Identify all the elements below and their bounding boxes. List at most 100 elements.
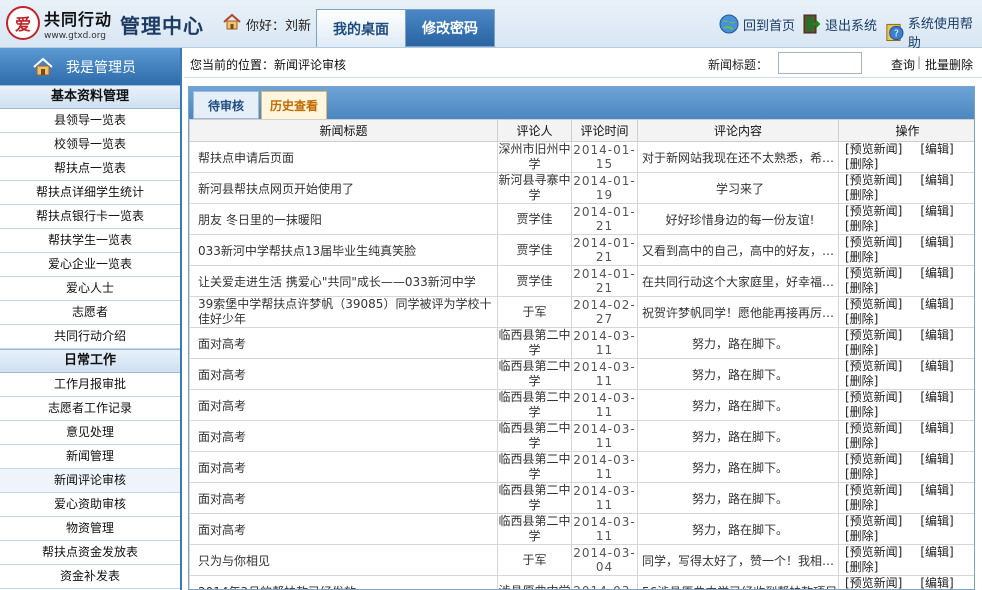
table-row: 39索堡中学帮扶点许梦帆（39085）同学被评为学校十佳好少年 于军 2014-02… xyxy=(189,296,974,328)
edit-link[interactable]: [编辑] xyxy=(920,236,953,250)
news-title-cell[interactable]: 让关爱走进生活 携爱心"共同"成长——033新河中学 xyxy=(189,265,498,297)
delete-link[interactable]: [删除] xyxy=(845,188,878,202)
delete-link[interactable]: [删除] xyxy=(845,405,878,419)
edit-link[interactable]: [编辑] xyxy=(920,484,953,498)
back-home-link[interactable]: 回到首页 xyxy=(718,13,795,35)
sidebar-item-volunteer-log[interactable]: 志愿者工作记录 xyxy=(0,397,180,421)
news-title-cell[interactable]: 面对高考 xyxy=(189,513,498,545)
delete-link[interactable]: [删除] xyxy=(845,219,878,233)
edit-link[interactable]: [编辑] xyxy=(920,391,953,405)
preview-news-link[interactable]: [预览新闻] xyxy=(845,329,902,344)
sidebar-item-news[interactable]: 新闻管理 xyxy=(0,445,180,469)
comment-content-cell: 努力，路在脚下。 xyxy=(637,327,839,359)
query-button[interactable]: 查询 xyxy=(891,56,915,73)
preview-news-link[interactable]: [预览新闻] xyxy=(845,236,902,251)
sidebar-item-charity-companies[interactable]: 爱心企业一览表 xyxy=(0,253,180,277)
delete-link[interactable]: [删除] xyxy=(845,436,878,450)
preview-news-link[interactable]: [预览新闻] xyxy=(845,298,902,313)
sidebar-item-reissue[interactable]: 资金补发表 xyxy=(0,565,180,589)
col-actions: 操作 xyxy=(838,119,974,142)
table-row: 面对高考 临西县第二中学 2014-03-11 努力，路在脚下。 [预览新闻] [编辑][… xyxy=(189,420,974,452)
edit-link[interactable]: [编辑] xyxy=(920,143,953,157)
news-title-cell[interactable]: 面对高考 xyxy=(189,358,498,390)
edit-link[interactable]: [编辑] xyxy=(920,298,953,312)
brand-name: 共同行动 xyxy=(44,10,113,29)
news-title-cell[interactable]: 39索堡中学帮扶点许梦帆（39085）同学被评为学校十佳好少年 xyxy=(189,296,498,328)
help-link[interactable]: ? 系统使用帮助 xyxy=(884,13,982,51)
edit-link[interactable]: [编辑] xyxy=(920,205,953,219)
sidebar-item-volunteers[interactable]: 志愿者 xyxy=(0,301,180,325)
user-greeting: 你好：刘新 xyxy=(246,19,312,34)
news-title-cell[interactable]: 朋友 冬日里的一抹暖阳 xyxy=(189,203,498,235)
delete-link[interactable]: [删除] xyxy=(845,560,878,574)
delete-link[interactable]: [删除] xyxy=(845,343,878,357)
news-title-cell[interactable]: 面对高考 xyxy=(189,482,498,514)
preview-news-link[interactable]: [预览新闻] xyxy=(845,422,902,437)
sidebar-item-supplies[interactable]: 物资管理 xyxy=(0,517,180,541)
delete-link[interactable]: [删除] xyxy=(845,281,878,295)
tab-my-desktop[interactable]: 我的桌面 xyxy=(316,9,406,47)
batch-delete-button[interactable]: 批量删除 xyxy=(925,56,973,73)
logout-link[interactable]: 退出系统 xyxy=(800,13,877,35)
delete-link[interactable]: [删除] xyxy=(845,374,878,388)
delete-link[interactable]: [删除] xyxy=(845,467,878,481)
edit-link[interactable]: [编辑] xyxy=(920,546,953,560)
preview-news-link[interactable]: [预览新闻] xyxy=(845,484,902,499)
preview-news-link[interactable]: [预览新闻] xyxy=(845,515,902,530)
news-title-cell[interactable]: 033新河中学帮扶点13届毕业生纯真笑脸 xyxy=(189,234,498,266)
edit-link[interactable]: [编辑] xyxy=(920,329,953,343)
sidebar-item-comment-review[interactable]: 新闻评论审核 xyxy=(0,469,180,493)
news-title-cell[interactable]: 面对高考 xyxy=(189,451,498,483)
delete-link[interactable]: [删除] xyxy=(845,250,878,264)
edit-link[interactable]: [编辑] xyxy=(920,360,953,374)
actions-cell: [预览新闻][编辑][删除] xyxy=(838,575,974,590)
preview-news-link[interactable]: [预览新闻] xyxy=(845,360,902,375)
edit-link[interactable]: [编辑] xyxy=(920,422,953,436)
news-title-cell[interactable]: 只为与你相见 xyxy=(189,544,498,576)
tab-change-password[interactable]: 修改密码 xyxy=(405,9,495,47)
sidebar-item-monthly-report[interactable]: 工作月报审批 xyxy=(0,373,180,397)
preview-news-link[interactable]: [预览新闻] xyxy=(845,453,902,468)
news-title-cell[interactable]: 面对高考 xyxy=(189,420,498,452)
preview-news-link[interactable]: [预览新闻] xyxy=(845,267,902,282)
sidebar-section-daily-work[interactable]: 日常工作 xyxy=(0,349,180,373)
tab-history[interactable]: 历史查看 xyxy=(261,91,327,119)
sidebar-section-basic[interactable]: 基本资料管理 xyxy=(0,85,180,109)
preview-news-link[interactable]: [预览新闻] xyxy=(845,174,902,189)
news-title-search-input[interactable] xyxy=(778,52,862,74)
news-title-cell[interactable]: 面对高考 xyxy=(189,327,498,359)
sidebar-item-school-leaders[interactable]: 校领导一览表 xyxy=(0,133,180,157)
preview-news-link[interactable]: [预览新闻] xyxy=(845,205,902,220)
sidebar-item-aid-point-bank-cards[interactable]: 帮扶点银行卡一览表 xyxy=(0,205,180,229)
news-title-cell[interactable]: 2014年3月的帮扶款已经发放 xyxy=(189,575,498,589)
preview-news-link[interactable]: [预览新闻] xyxy=(845,577,902,590)
edit-link[interactable]: [编辑] xyxy=(920,453,953,467)
delete-link[interactable]: [删除] xyxy=(845,312,878,326)
sidebar-item-aided-students[interactable]: 帮扶学生一览表 xyxy=(0,229,180,253)
delete-link[interactable]: [删除] xyxy=(845,529,878,543)
sidebar-item-donation-review[interactable]: 爱心资助审核 xyxy=(0,493,180,517)
news-title-cell[interactable]: 帮扶点申请后页面 xyxy=(189,141,498,173)
commenter-cell: 涉县原曲中学 xyxy=(497,575,572,589)
preview-news-link[interactable]: [预览新闻] xyxy=(845,143,902,158)
delete-link[interactable]: [删除] xyxy=(845,157,878,171)
actions-cell: [预览新闻] [编辑] [删除] xyxy=(838,482,974,514)
news-title-cell[interactable]: 新河县帮扶点网页开始使用了 xyxy=(189,172,498,204)
preview-news-link[interactable]: [预览新闻] xyxy=(845,546,902,561)
sidebar-item-fund-distribution[interactable]: 帮扶点资金发放表 xyxy=(0,541,180,565)
edit-link[interactable]: [编辑] xyxy=(920,577,953,590)
edit-link[interactable]: [编辑] xyxy=(920,174,953,188)
tab-pending[interactable]: 待审核 xyxy=(193,91,259,119)
news-title-cell[interactable]: 面对高考 xyxy=(189,389,498,421)
actions-cell: [预览新闻] [编辑] [删除] xyxy=(838,172,974,204)
sidebar-item-charity-people[interactable]: 爱心人士 xyxy=(0,277,180,301)
sidebar-item-about[interactable]: 共同行动介绍 xyxy=(0,325,180,349)
preview-news-link[interactable]: [预览新闻] xyxy=(845,391,902,406)
edit-link[interactable]: [编辑] xyxy=(920,267,953,281)
sidebar-item-feedback[interactable]: 意见处理 xyxy=(0,421,180,445)
sidebar-item-county-leaders[interactable]: 县领导一览表 xyxy=(0,109,180,133)
sidebar-item-aid-points[interactable]: 帮扶点一览表 xyxy=(0,157,180,181)
sidebar-item-aid-point-students[interactable]: 帮扶点详细学生统计 xyxy=(0,181,180,205)
delete-link[interactable]: [删除] xyxy=(845,498,878,512)
edit-link[interactable]: [编辑] xyxy=(920,515,953,529)
